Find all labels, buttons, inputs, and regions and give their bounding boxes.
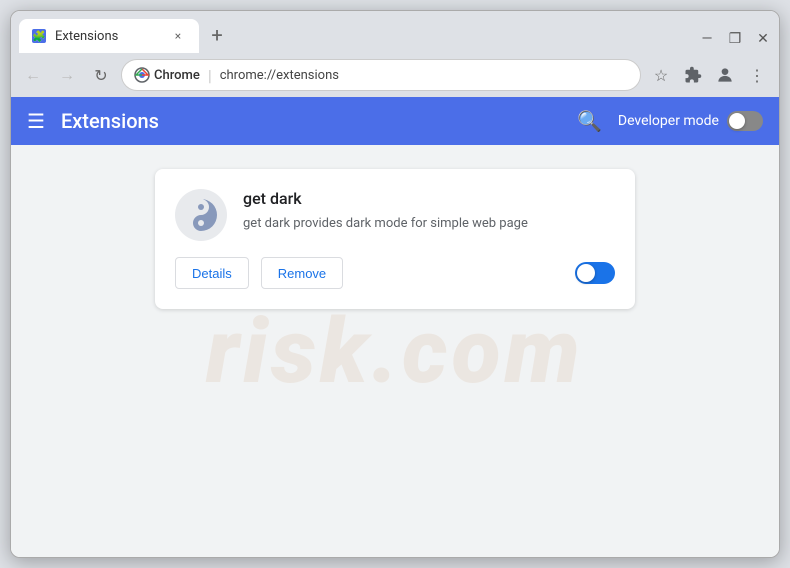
developer-mode-toggle[interactable] xyxy=(727,111,763,131)
tab-close-button[interactable]: × xyxy=(169,27,187,45)
browser-window: 🧩 Extensions × + — ❐ ✕ ← → ↻ C xyxy=(10,10,780,558)
profile-button[interactable] xyxy=(711,61,739,89)
chrome-label: Chrome xyxy=(154,68,200,83)
address-separator: | xyxy=(208,66,212,85)
menu-button[interactable]: ⋮ xyxy=(743,61,771,89)
chrome-badge: Chrome xyxy=(134,67,200,83)
tab-favicon-icon: 🧩 xyxy=(31,28,47,44)
address-bar[interactable]: Chrome | chrome://extensions xyxy=(121,59,641,91)
toolbar: ← → ↻ Chrome | chrome://extensions ☆ xyxy=(11,53,779,97)
extensions-header: ☰ Extensions 🔍 Developer mode xyxy=(11,97,779,145)
forward-button[interactable]: → xyxy=(53,61,81,89)
close-button[interactable]: ✕ xyxy=(755,31,771,47)
extensions-page-title: Extensions xyxy=(61,109,577,133)
new-tab-button[interactable]: + xyxy=(203,21,231,49)
maximize-button[interactable]: ❐ xyxy=(727,31,743,47)
minimize-button[interactable]: — xyxy=(699,31,715,47)
chrome-lock-icon xyxy=(134,67,150,83)
header-search-button[interactable]: 🔍 xyxy=(577,109,602,133)
profile-icon xyxy=(715,65,735,85)
extension-header: get dark get dark provides dark mode for… xyxy=(175,189,615,241)
extension-toggle-knob xyxy=(577,264,595,282)
toolbar-actions: ☆ ⋮ xyxy=(647,61,771,89)
details-button[interactable]: Details xyxy=(175,257,249,289)
extension-info: get dark get dark provides dark mode for… xyxy=(243,189,615,234)
active-tab[interactable]: 🧩 Extensions × xyxy=(19,19,199,53)
extension-description: get dark provides dark mode for simple w… xyxy=(243,214,615,234)
extension-name: get dark xyxy=(243,189,615,208)
svg-text:🧩: 🧩 xyxy=(32,30,46,43)
extensions-toolbar-button[interactable] xyxy=(679,61,707,89)
extension-icon xyxy=(175,189,227,241)
extension-card: get dark get dark provides dark mode for… xyxy=(155,169,635,309)
remove-button[interactable]: Remove xyxy=(261,257,343,289)
puzzle-icon xyxy=(684,66,702,84)
get-dark-extension-icon xyxy=(175,189,227,241)
reload-button[interactable]: ↻ xyxy=(87,61,115,89)
title-bar: 🧩 Extensions × + — ❐ ✕ xyxy=(11,11,779,53)
window-controls: — ❐ ✕ xyxy=(699,31,771,53)
page-content: risk.com get dark get dark provides dark… xyxy=(11,145,779,557)
address-url: chrome://extensions xyxy=(220,68,628,83)
extension-enable-toggle[interactable] xyxy=(575,262,615,284)
hamburger-menu-button[interactable]: ☰ xyxy=(27,109,45,133)
dev-mode-label: Developer mode xyxy=(618,113,719,129)
back-button[interactable]: ← xyxy=(19,61,47,89)
bookmark-button[interactable]: ☆ xyxy=(647,61,675,89)
toggle-knob xyxy=(729,113,745,129)
extension-footer: Details Remove xyxy=(175,257,615,289)
tab-label: Extensions xyxy=(55,29,161,44)
